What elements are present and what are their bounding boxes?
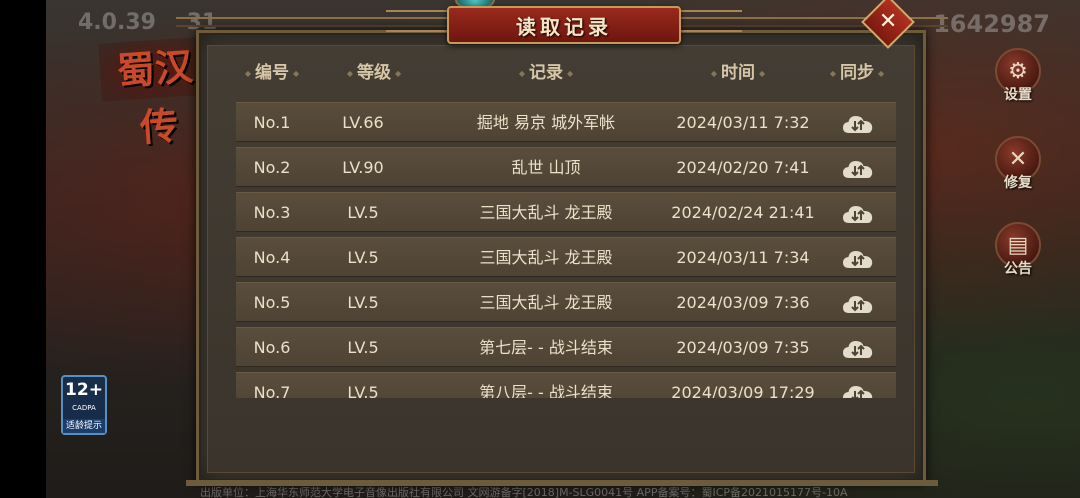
cloud-sync-icon xyxy=(842,339,874,359)
record-time: 2024/03/11 7:34 xyxy=(676,248,810,267)
cloud-sync-icon xyxy=(842,204,874,224)
notice-label: 公告 xyxy=(1004,261,1032,277)
sync-button[interactable] xyxy=(828,148,888,188)
table-header: 编号 等级 记录 时间 同步 xyxy=(236,58,896,84)
footer-disclaimer: 出版单位：上海华东师范大学电子音像出版社有限公司 文网游备字[2018]M-SL… xyxy=(200,486,848,498)
header-sync: 同步 xyxy=(818,58,896,83)
record-location: 第七层- - 战斗结束 xyxy=(479,338,613,357)
cloud-sync-icon xyxy=(842,159,874,179)
settings-button[interactable]: ⚙ 设置 xyxy=(992,48,1044,104)
record-row[interactable]: No.6 LV.5 第七层- - 战斗结束 2024/03/09 7:35 xyxy=(236,327,896,367)
game-logo: 蜀汉传 xyxy=(98,36,212,150)
repair-label: 修复 xyxy=(1004,175,1032,191)
record-location: 掘地 易京 城外军帐 xyxy=(476,113,616,132)
record-num: No.4 xyxy=(253,248,291,267)
dialog-bottom-rail xyxy=(186,480,938,486)
record-row[interactable]: No.5 LV.5 三国大乱斗 龙王殿 2024/03/09 7:36 xyxy=(236,282,896,322)
settings-label: 设置 xyxy=(1004,87,1032,103)
record-num: No.7 xyxy=(253,383,291,398)
record-location: 三国大乱斗 龙王殿 xyxy=(479,203,613,222)
age-rating-tip: 适龄提示 xyxy=(63,419,105,433)
record-location: 第八层- - 战斗结束 xyxy=(479,383,613,398)
close-icon: ✕ xyxy=(878,9,898,34)
notice-button[interactable]: ▤ 公告 xyxy=(992,222,1044,278)
record-location: 三国大乱斗 龙王殿 xyxy=(479,248,613,267)
record-row[interactable]: No.7 LV.5 第八层- - 战斗结束 2024/03/09 17:29 xyxy=(236,372,896,398)
title-ornament-right xyxy=(672,10,742,32)
record-location: 乱世 山顶 xyxy=(511,158,581,177)
cloud-sync-icon xyxy=(842,114,874,134)
record-time: 2024/02/20 7:41 xyxy=(676,158,810,177)
record-num: No.6 xyxy=(253,338,291,357)
record-level: LV.5 xyxy=(347,383,379,398)
user-id-label: 1642987 xyxy=(933,10,1050,38)
age-rating-org: CADPA xyxy=(72,404,96,412)
header-num: 编号 xyxy=(236,58,308,83)
screen-left-margin xyxy=(0,0,46,498)
age-rating-badge[interactable]: 12+ CADPA 适龄提示 xyxy=(61,375,107,435)
record-level: LV.5 xyxy=(347,293,379,312)
record-row[interactable]: No.3 LV.5 三国大乱斗 龙王殿 2024/02/24 21:41 xyxy=(236,192,896,232)
header-time: 时间 xyxy=(700,58,776,83)
record-row[interactable]: No.4 LV.5 三国大乱斗 龙王殿 2024/03/11 7:34 xyxy=(236,237,896,277)
cloud-sync-icon xyxy=(842,249,874,269)
record-time: 2024/03/11 7:32 xyxy=(676,113,810,132)
record-row[interactable]: No.1 LV.66 掘地 易京 城外军帐 2024/03/11 7:32 xyxy=(236,102,896,142)
header-record: 记录 xyxy=(506,58,586,83)
sync-button[interactable] xyxy=(828,238,888,278)
record-level: LV.66 xyxy=(342,113,384,132)
record-num: No.1 xyxy=(253,113,291,132)
dialog-title-banner: 读取记录 xyxy=(447,6,681,44)
dialog-title: 读取记录 xyxy=(516,14,612,39)
cloud-sync-icon xyxy=(842,294,874,314)
age-rating: 12+ xyxy=(65,380,103,400)
record-list[interactable]: No.1 LV.66 掘地 易京 城外军帐 2024/03/11 7:32 No… xyxy=(236,102,896,398)
sync-button[interactable] xyxy=(828,373,888,398)
record-num: No.3 xyxy=(253,203,291,222)
header-level: 等级 xyxy=(336,58,412,83)
record-time: 2024/03/09 7:35 xyxy=(676,338,810,357)
record-time: 2024/02/24 21:41 xyxy=(671,203,815,222)
title-ornament-left xyxy=(386,10,456,32)
record-level: LV.5 xyxy=(347,203,379,222)
repair-button[interactable]: ✕ 修复 xyxy=(992,136,1044,192)
record-level: LV.5 xyxy=(347,338,379,357)
record-location: 三国大乱斗 龙王殿 xyxy=(479,293,613,312)
sync-button[interactable] xyxy=(828,103,888,143)
sync-button[interactable] xyxy=(828,283,888,323)
sync-button[interactable] xyxy=(828,193,888,233)
record-level: LV.90 xyxy=(342,158,384,177)
record-num: No.2 xyxy=(253,158,291,177)
record-time: 2024/03/09 7:36 xyxy=(676,293,810,312)
record-row[interactable]: No.2 LV.90 乱世 山顶 2024/02/20 7:41 xyxy=(236,147,896,187)
record-time: 2024/03/09 17:29 xyxy=(671,383,815,398)
record-num: No.5 xyxy=(253,293,291,312)
sync-button[interactable] xyxy=(828,328,888,368)
record-level: LV.5 xyxy=(347,248,379,267)
cloud-sync-icon xyxy=(842,384,874,398)
